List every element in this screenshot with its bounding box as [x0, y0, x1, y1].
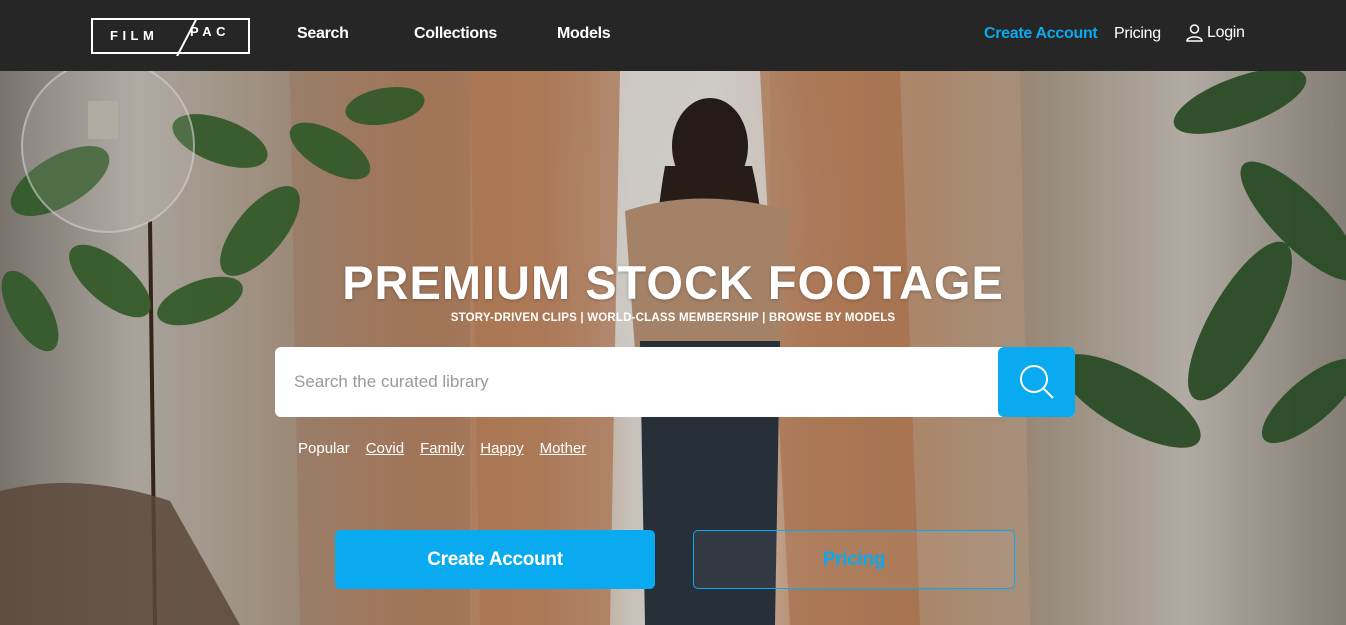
tag-link-mother[interactable]: Mother — [540, 440, 587, 457]
nav-pricing-link[interactable]: Pricing — [1114, 25, 1161, 43]
hero-section: PREMIUM STOCK FOOTAGE STORY-DRIVEN CLIPS… — [0, 71, 1346, 625]
nav-search-link[interactable]: Search — [297, 25, 349, 43]
search-icon — [1019, 365, 1054, 399]
search-bar — [275, 347, 1075, 417]
hero-subtitle: STORY-DRIVEN CLIPS | WORLD-CLASS MEMBERS… — [450, 312, 896, 324]
logo-text-right: PAC — [190, 24, 230, 39]
nav-collections-link[interactable]: Collections — [414, 25, 497, 43]
create-account-button[interactable]: Create Account — [335, 530, 655, 589]
popular-label: Popular — [298, 440, 350, 457]
tag-link-happy[interactable]: Happy — [480, 440, 523, 457]
filmpac-logo[interactable]: FILM PAC — [91, 18, 250, 56]
hero-title: PREMIUM STOCK FOOTAGE — [342, 256, 1004, 309]
pricing-button[interactable]: Pricing — [693, 530, 1015, 589]
search-input[interactable] — [275, 347, 998, 417]
nav-login-link[interactable]: Login — [1186, 24, 1245, 42]
tag-link-family[interactable]: Family — [420, 440, 464, 457]
search-button[interactable] — [998, 347, 1075, 417]
tag-link-covid[interactable]: Covid — [366, 440, 404, 457]
nav-create-account-link[interactable]: Create Account — [984, 25, 1098, 43]
login-label: Login — [1207, 24, 1245, 41]
user-icon — [1186, 24, 1203, 42]
popular-tags: Popular Covid Family Happy Mother — [298, 440, 586, 457]
top-navbar: FILM PAC Search Collections Models Creat… — [0, 0, 1346, 71]
nav-models-link[interactable]: Models — [557, 25, 611, 43]
logo-text-left: FILM — [110, 28, 159, 43]
